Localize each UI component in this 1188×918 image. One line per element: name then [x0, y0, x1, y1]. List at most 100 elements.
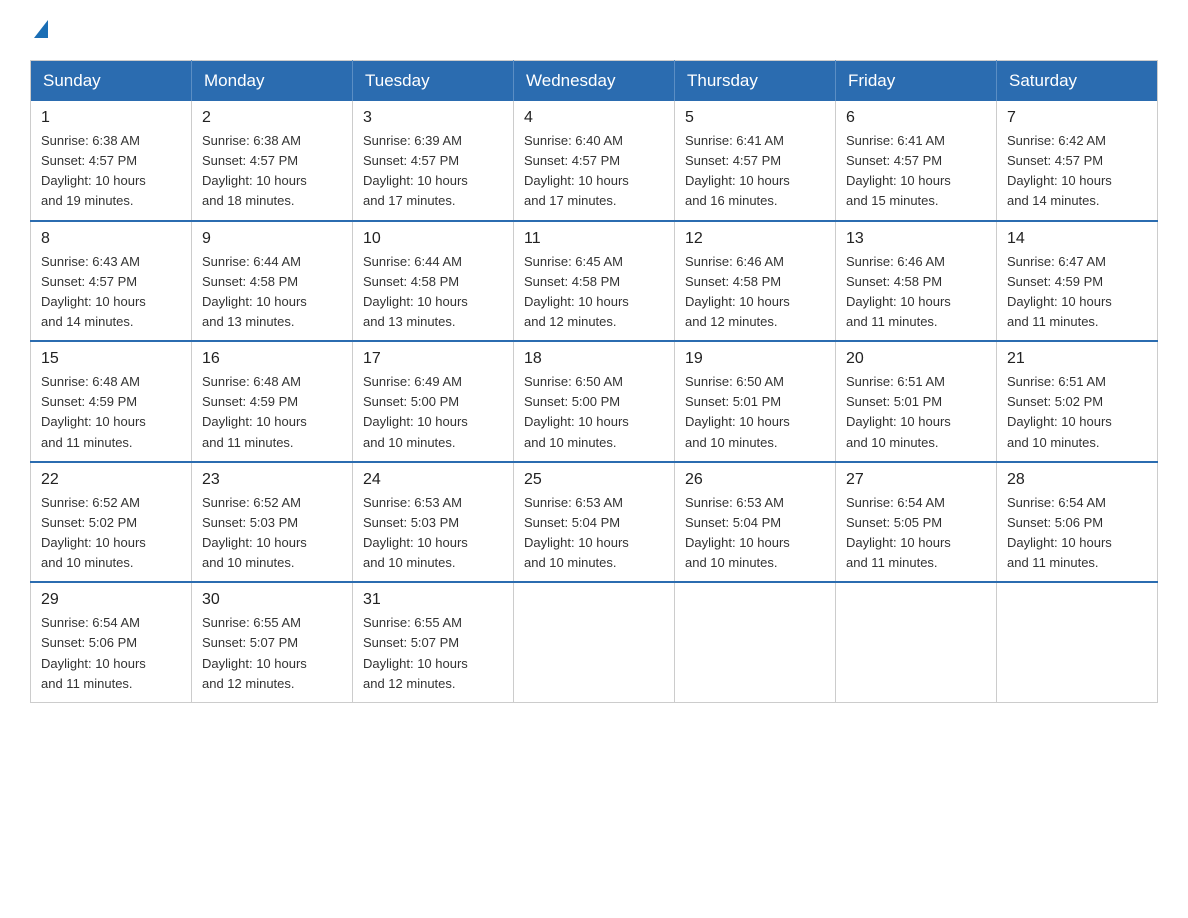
day-info: Sunrise: 6:44 AMSunset: 4:58 PMDaylight:… — [202, 252, 342, 333]
weekday-header-friday: Friday — [836, 61, 997, 102]
calendar-cell: 10Sunrise: 6:44 AMSunset: 4:58 PMDayligh… — [353, 221, 514, 342]
calendar-cell — [836, 582, 997, 702]
calendar-cell: 18 Sunrise: 6:50 AMSunset: 5:00 PMDayligh… — [514, 341, 675, 462]
calendar-cell: 22Sunrise: 6:52 AMSunset: 5:02 PMDayligh… — [31, 462, 192, 583]
calendar-cell: 11 Sunrise: 6:45 AMSunset: 4:58 PMDayligh… — [514, 221, 675, 342]
day-number: 5 — [685, 109, 825, 127]
weekday-header-saturday: Saturday — [997, 61, 1158, 102]
calendar-cell: 24 Sunrise: 6:53 AMSunset: 5:03 PMDayligh… — [353, 462, 514, 583]
calendar-cell: 25 Sunrise: 6:53 AMSunset: 5:04 PMDayligh… — [514, 462, 675, 583]
calendar-week-row: 29 Sunrise: 6:54 AMSunset: 5:06 PMDayligh… — [31, 582, 1158, 702]
day-number: 2 — [202, 109, 342, 127]
day-info: Sunrise: 6:49 AMSunset: 5:00 PMDaylight:… — [363, 372, 503, 453]
day-info: Sunrise: 6:51 AMSunset: 5:01 PMDaylight:… — [846, 372, 986, 453]
day-info: Sunrise: 6:53 AMSunset: 5:04 PMDaylight:… — [524, 493, 664, 574]
day-number: 1 — [41, 109, 181, 127]
day-number: 4 — [524, 109, 664, 127]
logo — [30, 20, 48, 42]
day-info: Sunrise: 6:48 AMSunset: 4:59 PMDaylight:… — [41, 372, 181, 453]
weekday-header-row: SundayMondayTuesdayWednesdayThursdayFrid… — [31, 61, 1158, 102]
calendar-cell: 8 Sunrise: 6:43 AMSunset: 4:57 PMDaylight… — [31, 221, 192, 342]
calendar-cell: 26 Sunrise: 6:53 AMSunset: 5:04 PMDayligh… — [675, 462, 836, 583]
calendar-cell: 1 Sunrise: 6:38 AMSunset: 4:57 PMDaylight… — [31, 101, 192, 221]
calendar-cell: 3 Sunrise: 6:39 AMSunset: 4:57 PMDaylight… — [353, 101, 514, 221]
weekday-header-wednesday: Wednesday — [514, 61, 675, 102]
day-info: Sunrise: 6:55 AMSunset: 5:07 PMDaylight:… — [363, 613, 503, 694]
calendar-cell: 30 Sunrise: 6:55 AMSunset: 5:07 PMDayligh… — [192, 582, 353, 702]
calendar-cell: 15 Sunrise: 6:48 AMSunset: 4:59 PMDayligh… — [31, 341, 192, 462]
day-info: Sunrise: 6:54 AMSunset: 5:05 PMDaylight:… — [846, 493, 986, 574]
day-info: Sunrise: 6:51 AMSunset: 5:02 PMDaylight:… — [1007, 372, 1147, 453]
calendar-cell: 4 Sunrise: 6:40 AMSunset: 4:57 PMDaylight… — [514, 101, 675, 221]
day-number: 19 — [685, 350, 825, 368]
day-info: Sunrise: 6:46 AMSunset: 4:58 PMDaylight:… — [685, 252, 825, 333]
day-number: 3 — [363, 109, 503, 127]
day-number: 22 — [41, 471, 181, 489]
day-info: Sunrise: 6:54 AMSunset: 5:06 PMDaylight:… — [41, 613, 181, 694]
day-number: 16 — [202, 350, 342, 368]
day-number: 7 — [1007, 109, 1147, 127]
day-info: Sunrise: 6:41 AMSunset: 4:57 PMDaylight:… — [846, 131, 986, 212]
calendar-cell: 19 Sunrise: 6:50 AMSunset: 5:01 PMDayligh… — [675, 341, 836, 462]
day-info: Sunrise: 6:52 AMSunset: 5:03 PMDaylight:… — [202, 493, 342, 574]
calendar-cell: 13Sunrise: 6:46 AMSunset: 4:58 PMDayligh… — [836, 221, 997, 342]
day-info: Sunrise: 6:53 AMSunset: 5:03 PMDaylight:… — [363, 493, 503, 574]
day-info: Sunrise: 6:53 AMSunset: 5:04 PMDaylight:… — [685, 493, 825, 574]
day-number: 12 — [685, 230, 825, 248]
calendar-cell: 7Sunrise: 6:42 AMSunset: 4:57 PMDaylight… — [997, 101, 1158, 221]
day-info: Sunrise: 6:38 AMSunset: 4:57 PMDaylight:… — [202, 131, 342, 212]
day-number: 20 — [846, 350, 986, 368]
day-number: 24 — [363, 471, 503, 489]
calendar-cell: 23 Sunrise: 6:52 AMSunset: 5:03 PMDayligh… — [192, 462, 353, 583]
day-info: Sunrise: 6:55 AMSunset: 5:07 PMDaylight:… — [202, 613, 342, 694]
calendar-cell: 6 Sunrise: 6:41 AMSunset: 4:57 PMDaylight… — [836, 101, 997, 221]
calendar-week-row: 8 Sunrise: 6:43 AMSunset: 4:57 PMDaylight… — [31, 221, 1158, 342]
day-number: 28 — [1007, 471, 1147, 489]
day-info: Sunrise: 6:54 AMSunset: 5:06 PMDaylight:… — [1007, 493, 1147, 574]
day-info: Sunrise: 6:50 AMSunset: 5:01 PMDaylight:… — [685, 372, 825, 453]
day-number: 21 — [1007, 350, 1147, 368]
day-number: 11 — [524, 230, 664, 248]
day-number: 27 — [846, 471, 986, 489]
day-number: 23 — [202, 471, 342, 489]
day-info: Sunrise: 6:38 AMSunset: 4:57 PMDaylight:… — [41, 131, 181, 212]
calendar-cell: 9 Sunrise: 6:44 AMSunset: 4:58 PMDaylight… — [192, 221, 353, 342]
day-number: 6 — [846, 109, 986, 127]
day-number: 10 — [363, 230, 503, 248]
day-number: 30 — [202, 591, 342, 609]
calendar-cell: 29 Sunrise: 6:54 AMSunset: 5:06 PMDayligh… — [31, 582, 192, 702]
calendar-week-row: 22Sunrise: 6:52 AMSunset: 5:02 PMDayligh… — [31, 462, 1158, 583]
day-number: 9 — [202, 230, 342, 248]
day-number: 25 — [524, 471, 664, 489]
calendar-week-row: 15 Sunrise: 6:48 AMSunset: 4:59 PMDayligh… — [31, 341, 1158, 462]
calendar-cell: 20 Sunrise: 6:51 AMSunset: 5:01 PMDayligh… — [836, 341, 997, 462]
calendar-cell: 12 Sunrise: 6:46 AMSunset: 4:58 PMDayligh… — [675, 221, 836, 342]
calendar-cell: 14Sunrise: 6:47 AMSunset: 4:59 PMDayligh… — [997, 221, 1158, 342]
day-number: 26 — [685, 471, 825, 489]
day-info: Sunrise: 6:50 AMSunset: 5:00 PMDaylight:… — [524, 372, 664, 453]
day-info: Sunrise: 6:39 AMSunset: 4:57 PMDaylight:… — [363, 131, 503, 212]
calendar-cell: 17Sunrise: 6:49 AMSunset: 5:00 PMDayligh… — [353, 341, 514, 462]
day-info: Sunrise: 6:48 AMSunset: 4:59 PMDaylight:… — [202, 372, 342, 453]
day-number: 13 — [846, 230, 986, 248]
weekday-header-tuesday: Tuesday — [353, 61, 514, 102]
day-number: 29 — [41, 591, 181, 609]
day-info: Sunrise: 6:40 AMSunset: 4:57 PMDaylight:… — [524, 131, 664, 212]
calendar-cell: 2 Sunrise: 6:38 AMSunset: 4:57 PMDaylight… — [192, 101, 353, 221]
calendar-cell: 21 Sunrise: 6:51 AMSunset: 5:02 PMDayligh… — [997, 341, 1158, 462]
weekday-header-monday: Monday — [192, 61, 353, 102]
calendar-cell: 27 Sunrise: 6:54 AMSunset: 5:05 PMDayligh… — [836, 462, 997, 583]
day-number: 31 — [363, 591, 503, 609]
page-header — [30, 20, 1158, 42]
calendar-week-row: 1 Sunrise: 6:38 AMSunset: 4:57 PMDaylight… — [31, 101, 1158, 221]
day-number: 15 — [41, 350, 181, 368]
day-info: Sunrise: 6:43 AMSunset: 4:57 PMDaylight:… — [41, 252, 181, 333]
day-info: Sunrise: 6:45 AMSunset: 4:58 PMDaylight:… — [524, 252, 664, 333]
calendar-cell: 16 Sunrise: 6:48 AMSunset: 4:59 PMDayligh… — [192, 341, 353, 462]
day-number: 18 — [524, 350, 664, 368]
day-info: Sunrise: 6:41 AMSunset: 4:57 PMDaylight:… — [685, 131, 825, 212]
day-number: 8 — [41, 230, 181, 248]
calendar-cell — [997, 582, 1158, 702]
calendar-cell: 5 Sunrise: 6:41 AMSunset: 4:57 PMDaylight… — [675, 101, 836, 221]
calendar-cell: 31 Sunrise: 6:55 AMSunset: 5:07 PMDayligh… — [353, 582, 514, 702]
